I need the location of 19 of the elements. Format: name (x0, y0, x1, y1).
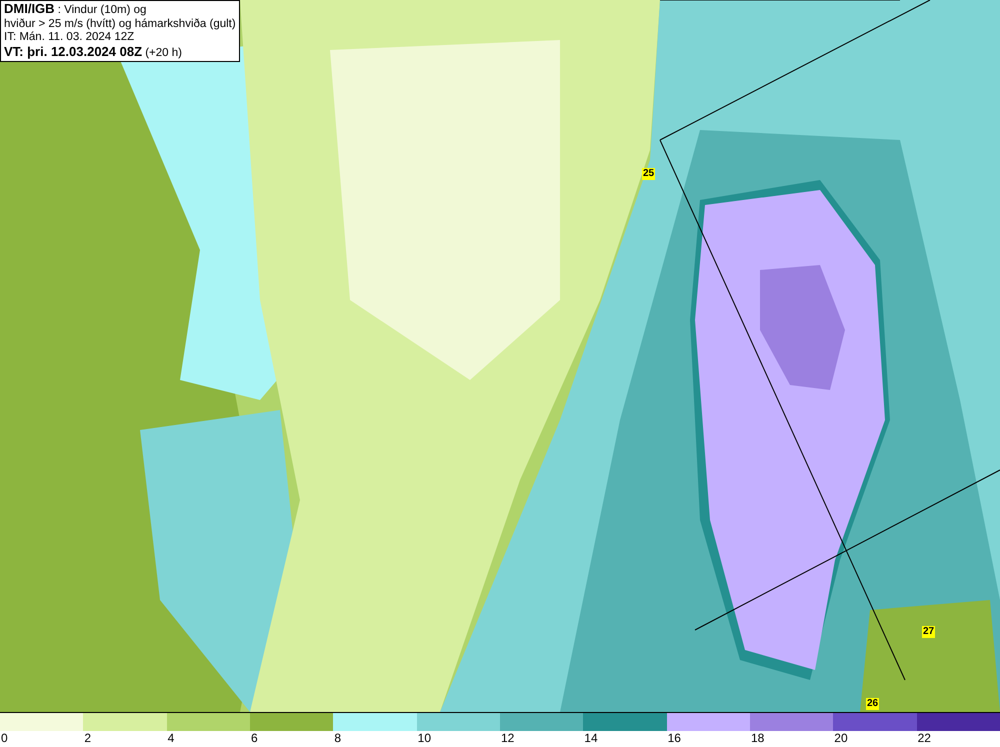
legend-label: 22 (916, 731, 931, 745)
gust-label: 27 (922, 626, 936, 638)
title-line: IT: Mán. 11. 03. 2024 12Z (4, 31, 136, 44)
title-line: hviður > 25 m/s (hvítt) og hámarkshviða (gult) (4, 18, 236, 31)
gust-label: 26 (866, 698, 880, 710)
legend-label: 2 (83, 731, 92, 745)
gust-label: 25 (642, 168, 656, 180)
title-line: VT: þri. 12.03.2024 08Z (+20 h) (4, 44, 183, 60)
legend-label: 12 (500, 731, 514, 745)
legend-label: 4 (166, 731, 174, 745)
legend-label: 16 (666, 731, 681, 745)
legend-label: 18 (750, 731, 764, 745)
legend-label: 20 (833, 731, 848, 745)
legend-label: 0 (0, 731, 8, 745)
title-line: DMI/IGB : Vindur (10m) og (4, 2, 148, 18)
legend-label: 8 (333, 731, 341, 745)
legend-label: 14 (583, 731, 598, 745)
legend-label: 10 (416, 731, 431, 745)
legend-label: 6 (250, 731, 258, 745)
